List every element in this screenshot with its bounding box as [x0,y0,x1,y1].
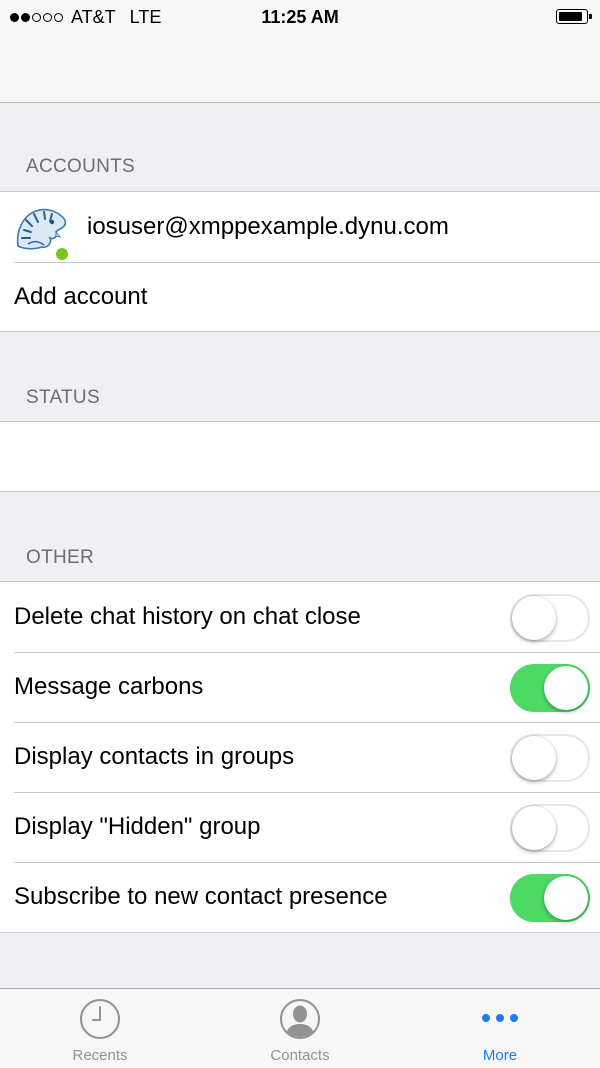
status-section-header: STATUS [26,387,100,408]
setting-label: Subscribe to new contact presence [14,883,388,910]
setting-row-delete-history: Delete chat history on chat close [0,582,600,652]
account-jid: iosuser@xmppexample.dynu.com [87,213,449,240]
setting-row-contacts-in-groups: Display contacts in groups [0,722,600,792]
setting-row-subscribe-presence: Subscribe to new contact presence [0,862,600,932]
add-account-label: Add account [14,283,148,310]
clock-time: 11:25 AM [261,7,339,27]
setting-label: Message carbons [14,673,204,700]
tab-bar: Recents Contacts More [0,988,600,1068]
subscribe-presence-toggle[interactable] [510,874,590,922]
other-section-header: OTHER [26,547,94,568]
add-account-button[interactable]: Add account [0,262,600,332]
online-status-indicator [55,247,69,261]
navigation-bar [0,36,600,103]
more-dots-icon [482,1014,518,1022]
setting-row-hidden-group: Display "Hidden" group [0,792,600,862]
delete-history-toggle[interactable] [510,594,590,642]
tab-contacts[interactable]: Contacts [200,989,400,1068]
person-icon [280,999,320,1039]
tab-recents[interactable]: Recents [0,989,200,1068]
other-settings-group: Delete chat history on chat close Messag… [0,581,600,933]
accounts-group: iosuser@xmppexample.dynu.com Add account [0,191,600,332]
tab-label: More [482,1047,518,1064]
setting-label: Display contacts in groups [14,743,295,770]
setting-label: Display "Hidden" group [14,813,261,840]
tab-label: Recents [72,1047,128,1064]
contacts-in-groups-toggle[interactable] [510,734,590,782]
clock-icon [80,999,120,1039]
tab-more[interactable]: More [400,989,600,1068]
status-row[interactable] [0,422,600,492]
tab-label: Contacts [270,1047,330,1064]
account-row[interactable]: iosuser@xmppexample.dynu.com [0,192,600,262]
tiger-avatar-icon [16,208,67,250]
setting-label: Delete chat history on chat close [14,603,361,630]
status-bar: AT&T LTE 11:25 AM [0,0,600,36]
message-carbons-toggle[interactable] [510,664,590,712]
accounts-section-header: ACCOUNTS [26,156,136,177]
setting-row-message-carbons: Message carbons [0,652,600,722]
status-group [0,421,600,492]
hidden-group-toggle[interactable] [510,804,590,852]
battery-icon [556,9,592,24]
